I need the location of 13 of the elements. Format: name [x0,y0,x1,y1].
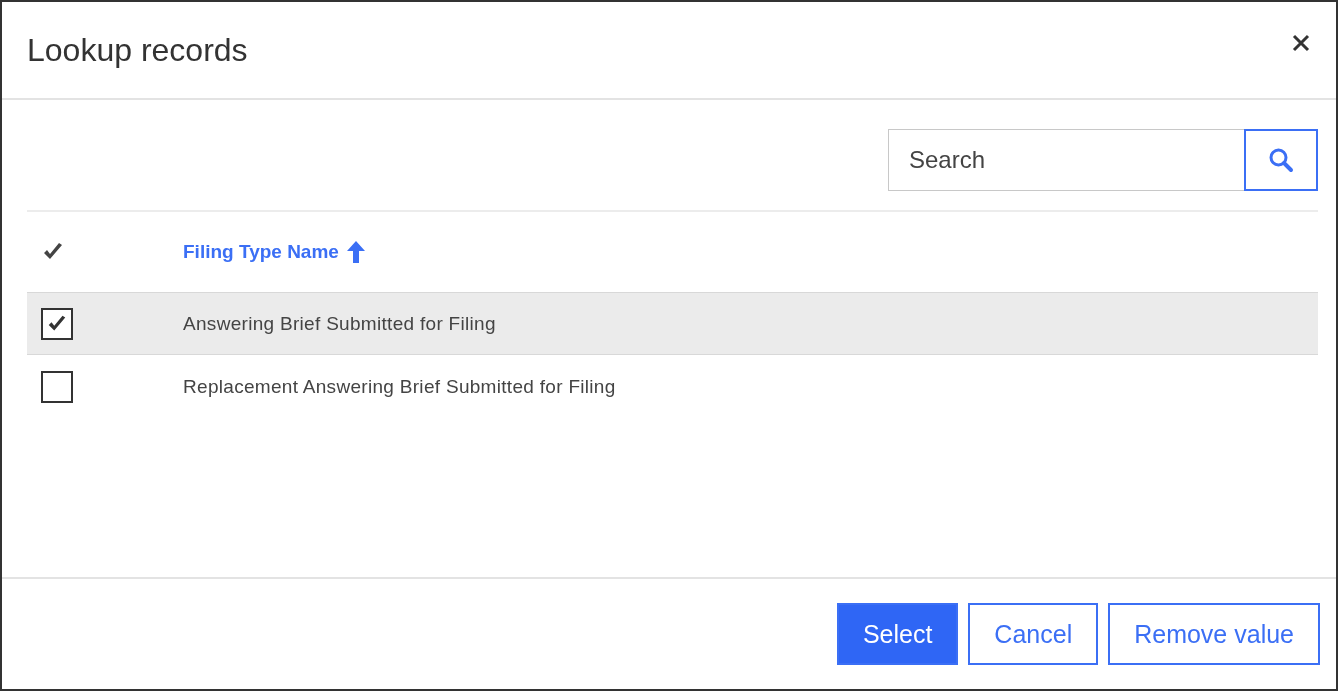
secondary-button[interactable]: Remove value [1108,603,1320,665]
primary-button[interactable]: Select [836,603,959,665]
secondary-button[interactable]: Cancel [968,603,1099,665]
row-checkbox[interactable] [41,370,73,403]
dialog-title: Lookup records [27,31,248,69]
table-cell: Answering Brief Submitted for Filing [183,312,496,335]
row-checkbox[interactable] [41,307,73,340]
search-field[interactable]: Search [888,129,1244,191]
search-button[interactable] [1244,129,1318,191]
close-icon [1292,34,1310,52]
column-header[interactable]: Filing Type Name [183,241,365,263]
table-cell: Replacement Answering Brief Submitted for Filing [183,375,616,398]
search-icon [1268,147,1294,173]
